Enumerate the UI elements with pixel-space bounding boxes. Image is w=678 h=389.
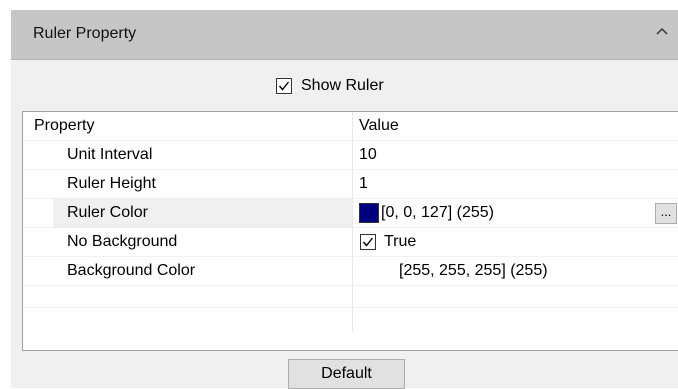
property-name: Background Color xyxy=(67,262,196,279)
table-row[interactable]: Ruler Height 1 xyxy=(23,170,678,199)
property-name: Ruler Color xyxy=(67,204,148,221)
default-button[interactable]: Default xyxy=(288,359,405,389)
property-name: Unit Interval xyxy=(67,146,153,163)
color-picker-button[interactable]: ... xyxy=(655,203,677,224)
grid-header-row: Property Value xyxy=(23,112,678,141)
property-name: No Background xyxy=(67,233,178,250)
show-ruler-checkbox[interactable] xyxy=(276,78,292,94)
chevron-up-icon[interactable] xyxy=(654,24,670,40)
color-swatch xyxy=(359,203,379,223)
table-row-selected[interactable]: Ruler Color [0, 0, 127] (255) ... xyxy=(23,199,678,228)
show-ruler-label: Show Ruler xyxy=(301,77,384,94)
property-grid: Property Value Unit Interval 10 Ruler He… xyxy=(22,111,678,351)
no-background-checkbox[interactable] xyxy=(360,234,376,250)
property-value[interactable]: [0, 0, 127] (255) xyxy=(381,204,494,222)
property-value[interactable]: 1 xyxy=(359,175,368,193)
property-value[interactable]: [255, 255, 255] (255) xyxy=(399,262,548,280)
ruler-property-panel: Ruler Property Show Ruler Property Value… xyxy=(11,10,678,389)
property-name: Ruler Height xyxy=(67,175,156,192)
check-icon xyxy=(278,81,290,91)
value-column-header: Value xyxy=(359,117,399,134)
property-value[interactable]: 10 xyxy=(359,146,377,164)
panel-title: Ruler Property xyxy=(33,25,137,42)
table-row[interactable]: No Background True xyxy=(23,228,678,257)
panel-header[interactable]: Ruler Property xyxy=(11,10,678,60)
table-row[interactable]: Background Color [255, 255, 255] (255) xyxy=(23,257,678,286)
check-icon xyxy=(362,237,374,247)
empty-row xyxy=(23,286,678,308)
property-column-header: Property xyxy=(34,117,95,134)
property-value[interactable]: True xyxy=(384,233,416,251)
show-ruler-row[interactable]: Show Ruler xyxy=(11,74,678,100)
table-row[interactable]: Unit Interval 10 xyxy=(23,141,678,170)
